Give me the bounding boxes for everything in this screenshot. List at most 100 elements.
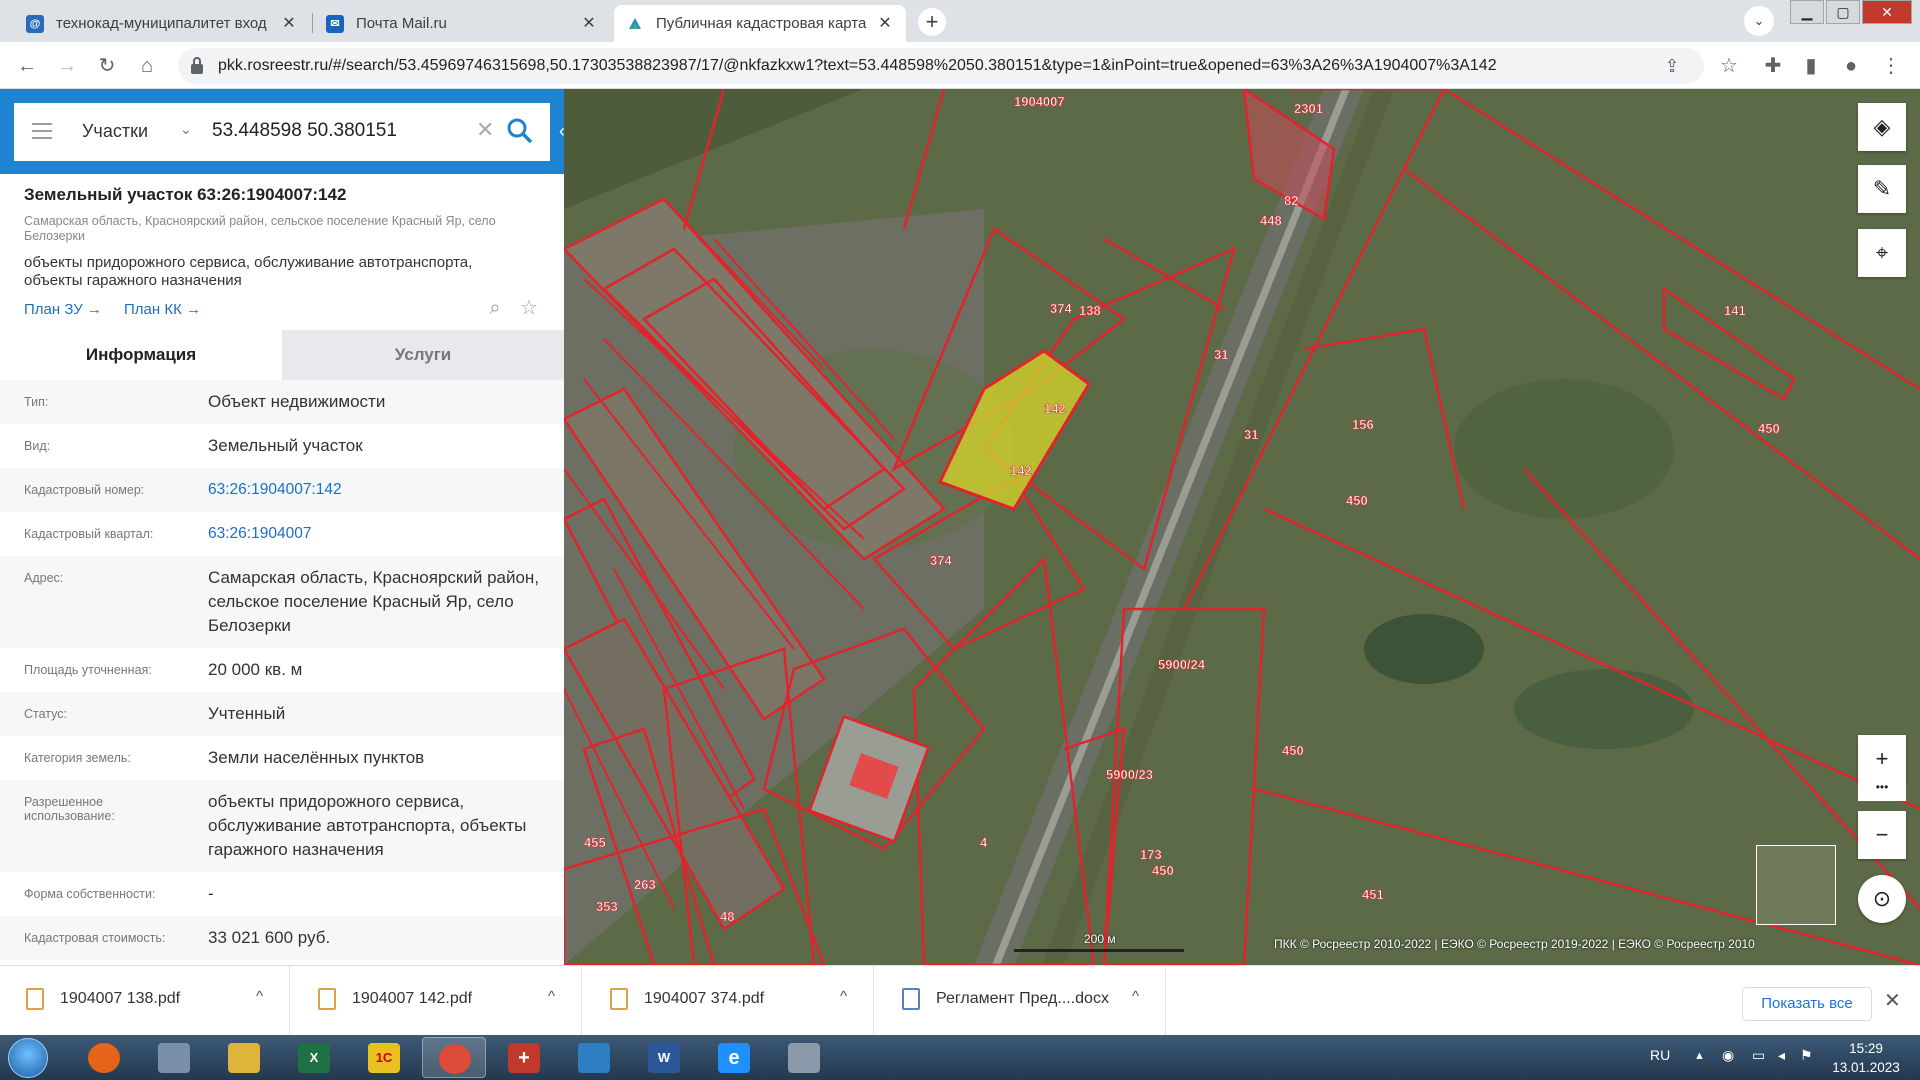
language-indicator[interactable]: RU: [1650, 1047, 1670, 1063]
layers-icon[interactable]: ◈: [1858, 103, 1906, 151]
mail-icon: ✉: [326, 14, 344, 33]
zoom-more-button[interactable]: •••: [1858, 777, 1906, 801]
tab-search-button[interactable]: ⌄: [1744, 6, 1774, 36]
taskbar-app[interactable]: 1С: [352, 1037, 416, 1078]
extensions-icon[interactable]: ✚: [1758, 51, 1788, 81]
taskbar-app[interactable]: W: [632, 1037, 696, 1078]
chevron-up-icon[interactable]: ^: [840, 988, 847, 1005]
close-icon[interactable]: ✕: [280, 15, 298, 33]
info-key: Форма собственности:: [24, 887, 156, 901]
map-label: 450: [1758, 421, 1780, 436]
plan-zu-link[interactable]: План ЗУ →: [24, 301, 102, 318]
locate-icon[interactable]: ⌖: [1858, 229, 1906, 277]
map-label: 31: [1214, 347, 1228, 362]
taskbar-app[interactable]: +: [492, 1037, 556, 1078]
ie-icon: e: [718, 1043, 750, 1073]
tab-title: Публичная кадастровая карта: [656, 15, 867, 32]
bookmark-star-icon[interactable]: ☆: [1714, 51, 1744, 81]
info-panel: Участки ⌄ 53.448598 50.380151 ✕ ‹ Земель…: [0, 89, 564, 965]
search-icon[interactable]: [506, 117, 534, 145]
favorite-star-icon[interactable]: ☆: [518, 297, 540, 319]
minimap[interactable]: [1756, 845, 1836, 925]
info-key: Тип:: [24, 395, 49, 409]
zoom-out-button[interactable]: −: [1858, 811, 1906, 859]
start-button[interactable]: [8, 1038, 48, 1078]
monitor-icon[interactable]: ▭: [1752, 1047, 1765, 1064]
close-download-bar-icon[interactable]: ✕: [1884, 988, 1901, 1013]
network-icon[interactable]: ◉: [1722, 1047, 1734, 1064]
home-icon[interactable]: ⌂: [132, 51, 162, 81]
taskbar-app-chrome[interactable]: [422, 1037, 486, 1078]
taskbar-app[interactable]: [562, 1037, 626, 1078]
show-all-downloads-button[interactable]: Показать все: [1742, 987, 1872, 1021]
clear-search-icon[interactable]: ✕: [476, 117, 494, 143]
chevron-up-icon[interactable]: ^: [1132, 988, 1139, 1005]
back-arrow-icon[interactable]: ←: [12, 51, 42, 81]
new-tab-button[interactable]: +: [918, 8, 946, 36]
browser-tab-technokad[interactable]: @ технокад-муниципалитет вход ✕: [14, 5, 310, 42]
parcel-title: Земельный участок 63:26:1904007:142: [24, 185, 347, 204]
window-close-button[interactable]: ✕: [1862, 0, 1912, 24]
maximize-button[interactable]: ▢: [1826, 0, 1860, 24]
close-icon[interactable]: ✕: [580, 15, 598, 33]
search-input[interactable]: 53.448598 50.380151: [212, 120, 397, 142]
cadastral-number-link[interactable]: 63:26:1904007:142: [208, 478, 548, 502]
taskbar-app[interactable]: [212, 1037, 276, 1078]
browser-tab-cadastre[interactable]: Публичная кадастровая карта ✕: [614, 5, 906, 42]
taskbar-app[interactable]: [772, 1037, 836, 1078]
zoom-in-button[interactable]: +: [1858, 735, 1906, 783]
plan-kk-link[interactable]: План КК →: [124, 301, 201, 318]
chevron-up-icon[interactable]: ^: [256, 988, 263, 1005]
reload-icon[interactable]: ↻: [92, 51, 122, 81]
address-bar[interactable]: pkk.rosreestr.ru/#/search/53.45969746315…: [178, 48, 1704, 84]
download-item[interactable]: 1904007 374.pdf ^: [584, 966, 874, 1036]
cube-icon: [578, 1043, 610, 1073]
download-item[interactable]: Регламент Пред....docx ^: [876, 966, 1166, 1036]
tab-title: технокад-муниципалитет вход: [56, 15, 267, 32]
search-type-select[interactable]: Участки: [82, 121, 148, 142]
download-item[interactable]: 1904007 138.pdf ^: [0, 966, 290, 1036]
cadastral-quarter-link[interactable]: 63:26:1904007: [208, 522, 548, 546]
scale-bar: [1014, 949, 1184, 952]
ruler-icon[interactable]: ✎: [1858, 165, 1906, 213]
info-row-cadastral-quarter: Кадастровый квартал: 63:26:1904007: [0, 512, 564, 556]
profile-avatar-icon[interactable]: ●: [1836, 51, 1866, 81]
speaker-icon[interactable]: ◂: [1778, 1047, 1785, 1064]
info-value: -: [208, 884, 214, 903]
taskbar-app[interactable]: [72, 1037, 136, 1078]
menu-dots-icon[interactable]: ⋮: [1876, 51, 1906, 81]
map-label: 455: [584, 835, 606, 850]
forward-arrow-icon[interactable]: →: [52, 51, 82, 81]
minimize-button[interactable]: ▁: [1790, 0, 1824, 24]
lock-icon: [191, 57, 203, 74]
chevron-up-icon[interactable]: ^: [548, 988, 555, 1005]
system-clock[interactable]: 15:29 13.01.2023: [1826, 1039, 1906, 1077]
browser-tab-mail[interactable]: ✉ Почта Mail.ru ✕: [314, 5, 610, 42]
excel-icon: X: [298, 1043, 330, 1073]
close-icon[interactable]: ✕: [876, 15, 894, 33]
taskbar-app[interactable]: X: [282, 1037, 346, 1078]
download-item[interactable]: 1904007 142.pdf ^: [292, 966, 582, 1036]
collapse-panel-icon[interactable]: ‹: [552, 103, 564, 161]
tab-services[interactable]: Услуги: [282, 330, 564, 380]
taskbar-app[interactable]: [142, 1037, 206, 1078]
map-label: 4: [980, 835, 988, 850]
cadastral-map[interactable]: 1904007 2301 138 374 142 142 374 31 31 1…: [564, 89, 1920, 965]
map-label: 82: [1284, 193, 1298, 208]
tray-expand-icon[interactable]: ▲: [1694, 1050, 1705, 1062]
zoom-to-object-icon[interactable]: ⌕: [484, 297, 506, 319]
tab-information[interactable]: Информация: [0, 330, 282, 380]
compass-icon[interactable]: ⊙: [1858, 875, 1906, 923]
map-label: 5900/24: [1158, 657, 1206, 672]
share-icon[interactable]: ⇪: [1662, 56, 1682, 76]
map-label: 1904007: [1014, 94, 1065, 109]
parcel-address: Самарская область, Красноярский район, с…: [24, 214, 496, 243]
hamburger-menu-icon[interactable]: [32, 123, 52, 139]
download-filename: 1904007 374.pdf: [644, 990, 765, 1007]
chevron-down-icon[interactable]: ⌄: [180, 121, 192, 138]
taskbar-app[interactable]: e: [702, 1037, 766, 1078]
map-canvas: 1904007 2301 138 374 142 142 374 31 31 1…: [564, 89, 1920, 965]
info-key: Кадастровый квартал:: [24, 527, 154, 541]
flag-icon[interactable]: ⚑: [1800, 1047, 1813, 1064]
side-panel-icon[interactable]: ▮: [1796, 51, 1826, 81]
